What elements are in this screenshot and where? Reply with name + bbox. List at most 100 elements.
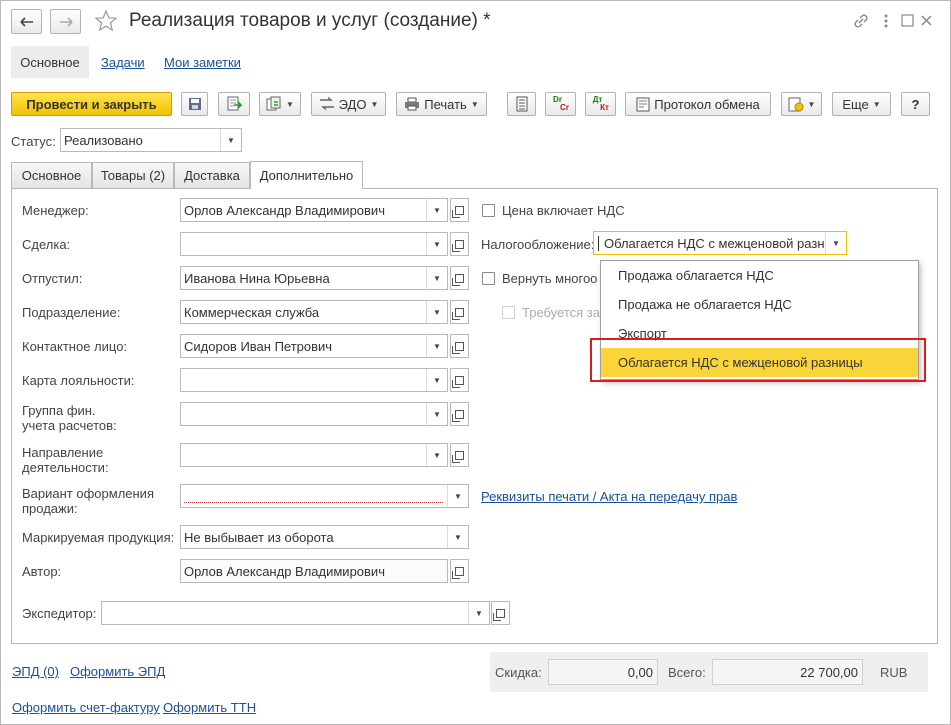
forward-button[interactable]	[50, 9, 81, 34]
make-epd-link[interactable]: Оформить ЭПД	[70, 664, 165, 679]
square-icon[interactable]	[901, 14, 914, 27]
chevron-down-icon[interactable]: ▼	[426, 301, 447, 323]
vertical-dots-icon[interactable]	[883, 13, 889, 29]
discount-field: 0,00	[548, 659, 658, 685]
released-value: Иванова Нина Юрьевна	[184, 270, 330, 286]
tab-additional[interactable]: Дополнительно	[250, 161, 363, 189]
chevron-down-icon[interactable]: ▼	[426, 199, 447, 221]
tax-select[interactable]: Облагается НДС с межценовой разни ▼	[593, 231, 847, 255]
chevron-down-icon[interactable]: ▼	[426, 444, 447, 466]
open-icon	[452, 205, 464, 218]
post-and-close-button[interactable]: Провести и закрыть	[11, 92, 172, 116]
tab-main[interactable]: Основное	[11, 162, 92, 188]
nav-tab-main-label: Основное	[20, 54, 80, 70]
dropdown-item-no-vat[interactable]: Продажа не облагается НДС	[601, 290, 918, 318]
reports-button[interactable]: ▼	[781, 92, 822, 116]
forwarder-field[interactable]: ▼	[101, 601, 490, 625]
department-field[interactable]: Коммерческая служба ▼	[180, 300, 448, 324]
tab-delivery[interactable]: Доставка	[174, 162, 250, 188]
more-button[interactable]: Еще ▼	[832, 92, 891, 116]
chevron-down-icon[interactable]: ▼	[447, 485, 468, 507]
forwarder-open-button[interactable]	[491, 601, 510, 625]
help-button[interactable]: ?	[901, 92, 930, 116]
ttn-link[interactable]: Оформить ТТН	[163, 700, 256, 715]
chevron-down-icon[interactable]: ▼	[825, 232, 846, 254]
manager-open-button[interactable]	[450, 198, 469, 222]
chevron-down-icon[interactable]: ▼	[426, 369, 447, 391]
invoice-link[interactable]: Оформить счет-фактуру	[12, 700, 160, 715]
exchange-protocol-button[interactable]: Протокол обмена	[625, 92, 771, 116]
chevron-down-icon[interactable]: ▼	[468, 602, 489, 624]
open-icon	[452, 450, 464, 463]
chevron-down-icon: ▼	[470, 99, 479, 109]
close-icon[interactable]	[920, 14, 933, 27]
variant-label-line2: продажи:	[22, 501, 78, 516]
chevron-down-icon[interactable]: ▼	[426, 335, 447, 357]
print-label: Печать	[424, 96, 467, 112]
department-label: Подразделение:	[22, 305, 121, 320]
chevron-down-icon: ▼	[286, 99, 294, 109]
discount-label: Скидка:	[495, 665, 542, 680]
chevron-down-icon[interactable]: ▼	[426, 233, 447, 255]
author-open-button[interactable]	[450, 559, 469, 583]
chevron-down-icon[interactable]: ▼	[447, 526, 468, 548]
fin-group-field[interactable]: ▼	[180, 402, 448, 426]
highlight-frame	[590, 338, 926, 382]
chevron-down-icon[interactable]: ▼	[426, 403, 447, 425]
tab-main-label: Основное	[21, 168, 82, 183]
requires-checkbox	[502, 306, 515, 319]
print-requisites-link[interactable]: Реквизиты печати / Акта на передачу прав	[481, 489, 737, 504]
nav-tab-tasks[interactable]: Задачи	[101, 55, 145, 70]
post-button[interactable]	[218, 92, 250, 116]
journal-button[interactable]	[507, 92, 536, 116]
status-value: Реализовано	[64, 132, 143, 148]
back-button[interactable]	[11, 9, 42, 34]
marked-field[interactable]: Не выбывает из оборота ▼	[180, 525, 469, 549]
deal-open-button[interactable]	[450, 232, 469, 256]
open-icon	[493, 608, 505, 621]
chevron-down-icon: ▼	[872, 99, 881, 109]
manager-field[interactable]: Орлов Александр Владимирович ▼	[180, 198, 448, 222]
marked-value: Не выбывает из оборота	[184, 529, 334, 545]
tax-label: Налогообложение:	[481, 237, 595, 252]
chevron-down-icon[interactable]: ▼	[220, 129, 241, 151]
tax-value: Облагается НДС с межценовой разни	[598, 235, 825, 251]
dt-kt-button[interactable]: Дт Кт	[585, 92, 616, 116]
released-field[interactable]: Иванова Нина Юрьевна ▼	[180, 266, 448, 290]
dropdown-item-vat[interactable]: Продажа облагается НДС	[601, 261, 918, 289]
nav-tab-notes[interactable]: Мои заметки	[164, 55, 241, 70]
edo-button[interactable]: ЭДО ▼	[311, 92, 386, 116]
direction-field[interactable]: ▼	[180, 443, 448, 467]
contact-field[interactable]: Сидоров Иван Петрович ▼	[180, 334, 448, 358]
epd-link[interactable]: ЭПД (0)	[12, 664, 59, 679]
chevron-down-icon: ▼	[370, 99, 379, 109]
save-button[interactable]	[181, 92, 208, 116]
deal-field[interactable]: ▼	[180, 232, 448, 256]
dropdown-item-no-vat-label: Продажа не облагается НДС	[618, 296, 792, 312]
released-open-button[interactable]	[450, 266, 469, 290]
printer-icon	[405, 97, 420, 111]
status-select[interactable]: Реализовано ▼	[60, 128, 242, 152]
fin-group-label: Группа фин. учета расчетов:	[22, 403, 117, 433]
loyalty-field[interactable]: ▼	[180, 368, 448, 392]
chain-link-icon[interactable]	[853, 13, 869, 29]
create-based-on-button[interactable]: ▼	[259, 92, 301, 116]
nav-tab-main[interactable]: Основное	[11, 46, 89, 78]
variant-label-line1: Вариант оформления	[22, 486, 154, 501]
chevron-down-icon[interactable]: ▼	[426, 267, 447, 289]
department-open-button[interactable]	[450, 300, 469, 324]
loyalty-open-button[interactable]	[450, 368, 469, 392]
star-icon[interactable]	[94, 9, 118, 33]
fin-group-open-button[interactable]	[450, 402, 469, 426]
fin-group-label-line2: учета расчетов:	[22, 418, 117, 433]
return-reusable-checkbox[interactable]	[482, 272, 495, 285]
direction-open-button[interactable]	[450, 443, 469, 467]
dr-cr-button[interactable]: Dr Cr	[545, 92, 576, 116]
variant-field[interactable]: ▼	[180, 484, 469, 508]
price-incl-vat-checkbox[interactable]	[482, 204, 495, 217]
open-icon	[452, 566, 464, 579]
print-button[interactable]: Печать ▼	[396, 92, 487, 116]
tab-goods[interactable]: Товары (2)	[92, 162, 174, 188]
contact-open-button[interactable]	[450, 334, 469, 358]
contact-value: Сидоров Иван Петрович	[184, 338, 333, 354]
